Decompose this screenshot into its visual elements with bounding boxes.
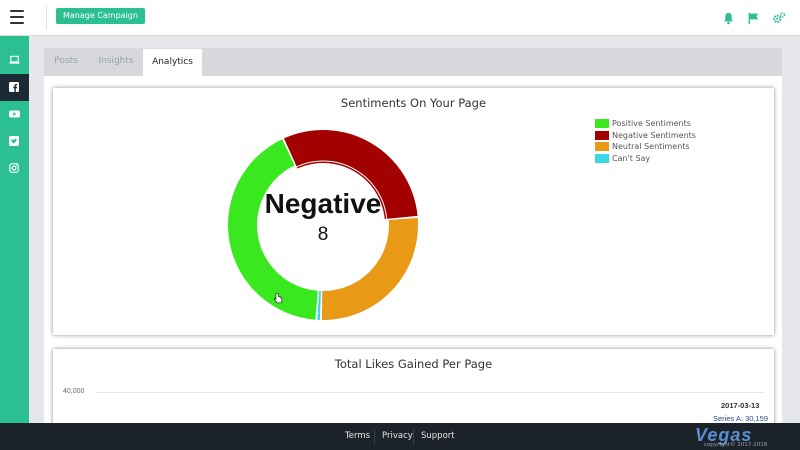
footer-link-support[interactable]: Support — [421, 431, 455, 441]
donut-center-value: 8 — [317, 224, 329, 245]
footer-left-block — [0, 423, 29, 450]
likes-chart-title: Total Likes Gained Per Page — [334, 357, 493, 371]
manage-campaign-button[interactable]: Manage Campaign — [56, 8, 145, 24]
tooltip-date: 2017-03-13 — [721, 401, 760, 410]
footer-divider — [374, 429, 375, 444]
donut-center-label: Negative — [264, 188, 382, 219]
cogs-icon[interactable] — [772, 10, 786, 24]
gridline — [95, 392, 765, 393]
legend-label: Can't Say — [612, 153, 651, 163]
sidebar-item-facebook[interactable] — [0, 74, 29, 101]
tooltip-series: Series A: 30,159 — [713, 414, 769, 423]
likes-card: Total Likes Gained Per Page 40,000 2017-… — [53, 349, 774, 429]
tab-analytics[interactable]: Analytics — [143, 48, 202, 77]
legend-label: Neutral Sentiments — [612, 142, 690, 151]
sidebar-item-dashboard[interactable] — [0, 47, 29, 74]
main-content: Posts Insights Analytics Sentiments On Y… — [29, 36, 800, 429]
footer-link-terms[interactable]: Terms — [345, 431, 370, 441]
top-bar: Manage Campaign — [0, 0, 800, 36]
tab-insights[interactable]: Insights — [94, 48, 138, 76]
legend-label: Negative Sentiments — [612, 130, 696, 140]
sidebar-item-youtube[interactable] — [0, 101, 29, 128]
legend-label: Positive Sentiments — [612, 119, 691, 128]
footer: Terms Privacy Support Vegas copyright© 2… — [29, 423, 800, 450]
legend-swatch-cant-say — [595, 153, 609, 163]
y-axis-tick-label: 40,000 — [63, 388, 85, 395]
bell-icon[interactable] — [722, 10, 736, 25]
flag-icon[interactable] — [747, 10, 761, 25]
sidebar-item-instagram[interactable] — [0, 155, 29, 182]
footer-divider — [413, 429, 414, 444]
sidebar-item-twitter[interactable] — [0, 128, 29, 155]
legend-swatch-positive — [595, 119, 609, 128]
menu-icon[interactable] — [10, 10, 24, 24]
sentiment-card: Sentiments On Your Page Negative 8 Posit… — [53, 88, 774, 335]
sentiment-chart-title: Sentiments On Your Page — [340, 96, 487, 110]
sidebar — [0, 36, 29, 423]
tab-bar: Posts Insights Analytics — [44, 48, 782, 77]
tab-posts[interactable]: Posts — [44, 48, 88, 76]
legend-swatch-negative — [595, 130, 609, 140]
footer-link-privacy[interactable]: Privacy — [382, 431, 413, 441]
donut-slice-cant-say[interactable] — [317, 290, 321, 320]
mouse-cursor-icon — [273, 289, 283, 308]
legend-swatch-neutral — [595, 142, 609, 151]
copyright-text: copyright© 2017-2018 — [704, 442, 768, 448]
top-divider — [46, 6, 47, 30]
